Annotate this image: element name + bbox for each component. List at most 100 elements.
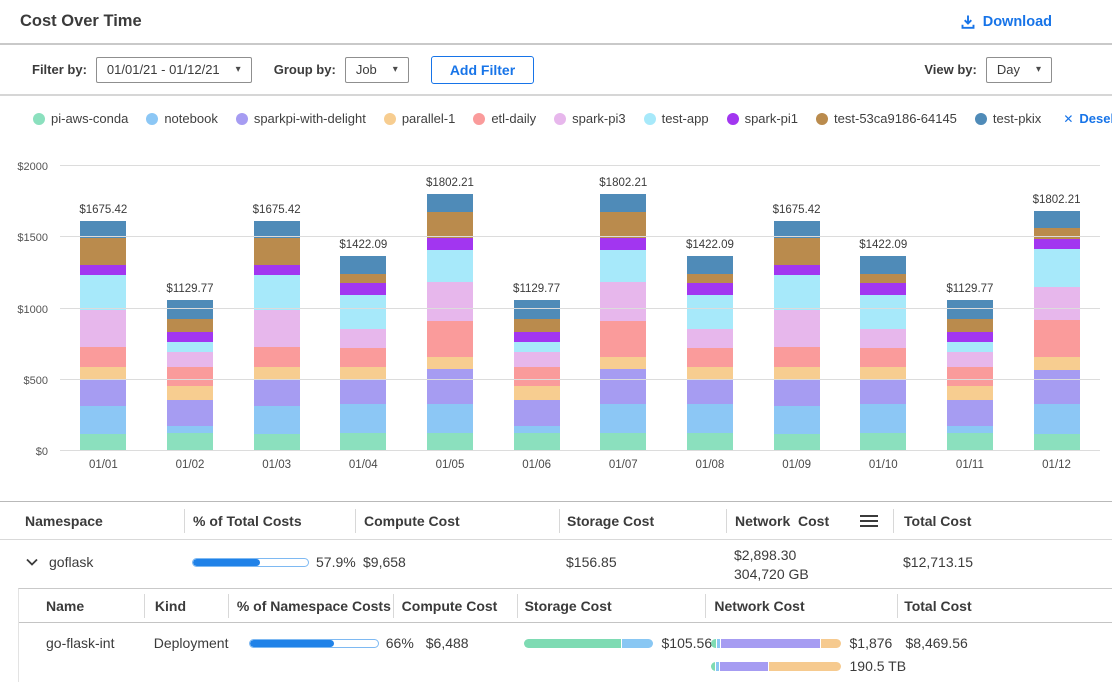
bar-segment-spark-pi1[interactable] — [774, 265, 820, 275]
bar-segment-spark-pi3[interactable] — [774, 310, 820, 348]
bar-segment-sparkpi-with-delight[interactable] — [80, 380, 126, 406]
bar-segment-spark-pi3[interactable] — [254, 310, 300, 348]
bar-segment-etl-daily[interactable] — [687, 348, 733, 367]
bar-segment-test-pkix[interactable] — [600, 194, 646, 211]
bar-segment-pi-aws-conda[interactable] — [947, 433, 993, 451]
add-filter-button[interactable]: Add Filter — [431, 56, 534, 84]
column-header-kind[interactable]: Kind — [144, 594, 228, 618]
legend-item-pi-aws-conda[interactable]: pi-aws-conda — [33, 111, 128, 126]
workload-row[interactable]: go-flask-int Deployment 66% $6,488 $105.… — [19, 623, 1112, 682]
bar-segment-etl-daily[interactable] — [947, 367, 993, 386]
bar-segment-spark-pi3[interactable] — [427, 282, 473, 321]
bar-group-01/03[interactable]: $1675.42 — [254, 204, 300, 451]
legend-item-parallel-1[interactable]: parallel-1 — [384, 111, 455, 126]
legend-item-spark-pi1[interactable]: spark-pi1 — [727, 111, 798, 126]
bar-segment-pi-aws-conda[interactable] — [774, 434, 820, 451]
bar-segment-test-pkix[interactable] — [860, 256, 906, 274]
bar-segment-test-app[interactable] — [1034, 249, 1080, 288]
bar-segment-etl-daily[interactable] — [774, 347, 820, 366]
bar-segment-etl-daily[interactable] — [80, 347, 126, 366]
bar-segment-pi-aws-conda[interactable] — [600, 433, 646, 451]
bar-segment-etl-daily[interactable] — [514, 367, 560, 386]
bar-segment-pi-aws-conda[interactable] — [427, 433, 473, 451]
bar-segment-spark-pi3[interactable] — [167, 352, 213, 366]
group-by-select[interactable]: Job ▾ — [345, 57, 409, 83]
bar-segment-pi-aws-conda[interactable] — [340, 433, 386, 451]
column-header-%-of-total-costs[interactable]: % of Total Costs — [184, 509, 355, 533]
bar-segment-test-pkix[interactable] — [80, 221, 126, 238]
bar-segment-pi-aws-conda[interactable] — [1034, 434, 1080, 452]
bar-segment-spark-pi3[interactable] — [1034, 287, 1080, 319]
bar-segment-etl-daily[interactable] — [600, 321, 646, 358]
bar-segment-sparkpi-with-delight[interactable] — [167, 400, 213, 426]
date-range-select[interactable]: 01/01/21 - 01/12/21 ▾ — [96, 57, 252, 83]
column-header-network-cost[interactable]: Network Cost — [705, 594, 897, 618]
deselect-all-button[interactable]: ✕ Deselect All — [1063, 111, 1112, 126]
bar-group-01/10[interactable]: $1422.09 — [860, 239, 906, 451]
bar-segment-etl-daily[interactable] — [427, 321, 473, 358]
bar-group-01/05[interactable]: $1802.21 — [427, 177, 473, 451]
bar-segment-sparkpi-with-delight[interactable] — [600, 369, 646, 404]
bar-segment-spark-pi1[interactable] — [687, 283, 733, 295]
bar-segment-spark-pi3[interactable] — [80, 310, 126, 348]
bar-segment-test-pkix[interactable] — [340, 256, 386, 274]
bar-segment-notebook[interactable] — [340, 404, 386, 432]
column-header-%-of-namespace-costs[interactable]: % of Namespace Costs — [228, 594, 393, 618]
bar-segment-spark-pi3[interactable] — [600, 282, 646, 321]
namespace-cell[interactable]: goflask — [0, 540, 184, 570]
bar-segment-spark-pi1[interactable] — [947, 332, 993, 343]
bar-group-01/06[interactable]: $1129.77 — [514, 283, 560, 451]
bar-segment-notebook[interactable] — [167, 426, 213, 433]
bar-segment-notebook[interactable] — [774, 406, 820, 434]
bar-segment-pi-aws-conda[interactable] — [167, 433, 213, 451]
bar-segment-etl-daily[interactable] — [860, 348, 906, 367]
bar-segment-spark-pi1[interactable] — [600, 238, 646, 250]
bar-segment-sparkpi-with-delight[interactable] — [860, 380, 906, 404]
bar-segment-test-app[interactable] — [514, 342, 560, 352]
bar-segment-parallel-1[interactable] — [947, 386, 993, 400]
bar-segment-spark-pi1[interactable] — [860, 283, 906, 295]
bar-segment-parallel-1[interactable] — [427, 357, 473, 369]
bar-segment-test-53ca9186-64145[interactable] — [167, 319, 213, 332]
bar-segment-sparkpi-with-delight[interactable] — [687, 380, 733, 404]
bar-segment-pi-aws-conda[interactable] — [687, 433, 733, 451]
bar-segment-test-app[interactable] — [860, 295, 906, 329]
bar-segment-notebook[interactable] — [947, 426, 993, 433]
bar-segment-pi-aws-conda[interactable] — [254, 434, 300, 451]
bar-segment-test-app[interactable] — [600, 250, 646, 282]
bar-segment-test-app[interactable] — [80, 275, 126, 309]
bar-group-01/07[interactable]: $1802.21 — [600, 177, 646, 451]
bar-segment-test-53ca9186-64145[interactable] — [600, 212, 646, 238]
bar-segment-test-53ca9186-64145[interactable] — [340, 274, 386, 283]
bar-segment-spark-pi1[interactable] — [340, 283, 386, 295]
legend-item-test-53ca9186-64145[interactable]: test-53ca9186-64145 — [816, 111, 957, 126]
column-menu-icon[interactable] — [859, 514, 879, 528]
bar-segment-test-app[interactable] — [167, 342, 213, 352]
bar-segment-test-53ca9186-64145[interactable] — [860, 274, 906, 283]
bar-segment-test-app[interactable] — [427, 250, 473, 282]
bar-segment-spark-pi3[interactable] — [340, 329, 386, 348]
column-header-storage-cost[interactable]: Storage Cost — [559, 509, 726, 533]
bar-segment-notebook[interactable] — [254, 406, 300, 434]
bar-segment-test-pkix[interactable] — [427, 194, 473, 211]
bar-segment-test-53ca9186-64145[interactable] — [774, 238, 820, 266]
bar-segment-test-app[interactable] — [774, 275, 820, 309]
bar-segment-notebook[interactable] — [860, 404, 906, 432]
bar-segment-notebook[interactable] — [687, 404, 733, 432]
bar-segment-test-pkix[interactable] — [514, 300, 560, 318]
bar-segment-spark-pi1[interactable] — [254, 265, 300, 275]
bar-segment-spark-pi3[interactable] — [947, 352, 993, 366]
bar-segment-sparkpi-with-delight[interactable] — [340, 380, 386, 404]
bar-segment-sparkpi-with-delight[interactable] — [1034, 370, 1080, 404]
bar-segment-etl-daily[interactable] — [254, 347, 300, 366]
bar-segment-test-pkix[interactable] — [1034, 211, 1080, 229]
bar-segment-parallel-1[interactable] — [514, 386, 560, 400]
column-header-compute-cost[interactable]: Compute Cost — [393, 594, 517, 618]
bar-segment-sparkpi-with-delight[interactable] — [947, 400, 993, 426]
bar-segment-notebook[interactable] — [427, 404, 473, 433]
bar-segment-sparkpi-with-delight[interactable] — [254, 380, 300, 406]
view-by-select[interactable]: Day ▾ — [986, 57, 1052, 83]
bar-segment-notebook[interactable] — [514, 426, 560, 433]
bar-group-01/09[interactable]: $1675.42 — [774, 204, 820, 451]
bar-segment-spark-pi3[interactable] — [687, 329, 733, 348]
